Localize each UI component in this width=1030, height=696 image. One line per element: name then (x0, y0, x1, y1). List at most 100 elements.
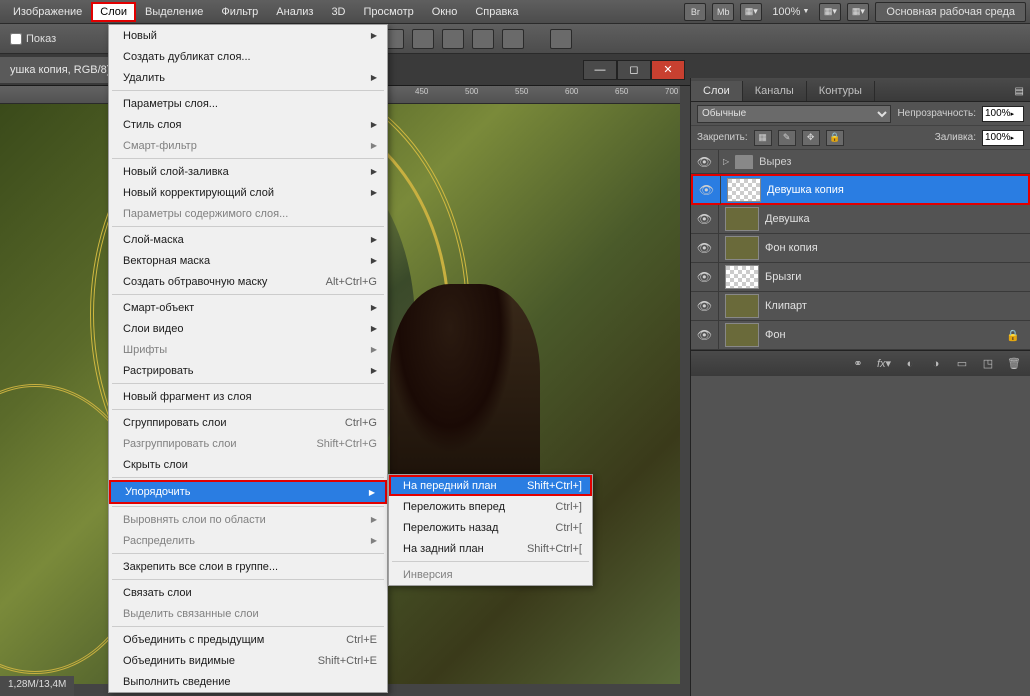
lock-transparent-icon[interactable]: ▦ (754, 130, 772, 146)
eye-icon[interactable]: 👁 (691, 150, 719, 174)
menu-item[interactable]: Параметры слоя... (109, 93, 387, 114)
zoom-display[interactable]: 100% ▼ (768, 6, 813, 18)
eye-icon[interactable]: 👁 (691, 205, 719, 233)
window-maximize[interactable]: ◻ (617, 60, 651, 80)
window-close[interactable]: ✕ (651, 60, 685, 80)
menu-item[interactable]: Упорядочить▶ (109, 480, 387, 504)
layer-name[interactable]: Фон копия (765, 242, 1030, 254)
workspace-switcher[interactable]: Основная рабочая среда (875, 2, 1026, 22)
menu-help[interactable]: Справка (466, 2, 527, 22)
eye-icon[interactable]: 👁 (691, 234, 719, 262)
menu-item[interactable]: Закрепить все слои в группе... (109, 556, 387, 577)
menu-item[interactable]: Векторная маска▶ (109, 250, 387, 271)
layer-thumb[interactable] (725, 265, 759, 289)
menu-item: Параметры содержимого слоя... (109, 203, 387, 224)
optbar-btn-5[interactable] (472, 29, 494, 49)
lock-all-icon[interactable]: 🔒 (826, 130, 844, 146)
menu-item[interactable]: На передний планShift+Ctrl+] (389, 475, 592, 496)
new-layer-icon[interactable]: ◳ (978, 355, 998, 373)
optbar-btn-3[interactable] (412, 29, 434, 49)
menu-item[interactable]: Удалить▶ (109, 67, 387, 88)
optbar-btn-4[interactable] (442, 29, 464, 49)
menu-item[interactable]: Создать дубликат слоя... (109, 46, 387, 67)
menu-window[interactable]: Окно (423, 2, 467, 22)
menu-item[interactable]: Новый корректирующий слой▶ (109, 182, 387, 203)
menu-analysis[interactable]: Анализ (267, 2, 322, 22)
layer-group[interactable]: 👁 ▷ Вырез (691, 150, 1030, 174)
menu-filter[interactable]: Фильтр (212, 2, 267, 22)
layer-name[interactable]: Клипарт (765, 300, 1030, 312)
menu-item[interactable]: Новый слой-заливка▶ (109, 161, 387, 182)
layer-name[interactable]: Фон (765, 329, 1006, 341)
extras2-icon[interactable]: ▦▾ (847, 3, 869, 21)
eye-icon[interactable]: 👁 (691, 292, 719, 320)
menu-item[interactable]: Создать обтравочную маскуAlt+Ctrl+G (109, 271, 387, 292)
lock-paint-icon[interactable]: ✎ (778, 130, 796, 146)
eye-icon[interactable]: 👁 (691, 321, 719, 349)
fill-value[interactable]: 100%▸ (982, 130, 1024, 146)
layer-thumb[interactable] (727, 178, 761, 202)
eye-icon[interactable]: 👁 (691, 263, 719, 291)
layer-thumb[interactable] (725, 294, 759, 318)
menu-item[interactable]: Объединить с предыдущимCtrl+E (109, 629, 387, 650)
menu-item[interactable]: Растрировать▶ (109, 360, 387, 381)
layer-thumb[interactable] (725, 207, 759, 231)
menu-item[interactable]: Объединить видимыеShift+Ctrl+E (109, 650, 387, 671)
layer-name[interactable]: Девушка (765, 213, 1030, 225)
menu-layers[interactable]: Слои (91, 2, 136, 22)
layer-thumb[interactable] (725, 323, 759, 347)
layer-row[interactable]: 👁 Девушка (691, 205, 1030, 234)
delete-layer-icon[interactable]: 🗑 (1004, 355, 1024, 373)
tab-layers[interactable]: Слои (691, 81, 743, 101)
menu-item[interactable]: Слой-маска▶ (109, 229, 387, 250)
adjust-layer-icon[interactable]: ◑ (926, 355, 946, 373)
menu-3d[interactable]: 3D (322, 2, 354, 22)
menu-select[interactable]: Выделение (136, 2, 212, 22)
layer-mask-icon[interactable]: ◐ (900, 355, 920, 373)
minibridge-icon[interactable]: Mb (712, 3, 734, 21)
menu-item[interactable]: Скрыть слои (109, 454, 387, 475)
new-group-icon[interactable]: ▭ (952, 355, 972, 373)
menu-item[interactable]: Сгруппировать слоиCtrl+G (109, 412, 387, 433)
menu-item[interactable]: Стиль слоя▶ (109, 114, 387, 135)
tab-paths[interactable]: Контуры (807, 81, 875, 101)
eye-icon[interactable]: 👁 (693, 176, 721, 204)
menu-item[interactable]: Переложить назадCtrl+[ (389, 517, 592, 538)
panel-menu-icon[interactable]: ▤ (1009, 82, 1030, 101)
link-layers-icon[interactable]: ⚭ (848, 355, 868, 373)
menubar: Изображение Слои Выделение Фильтр Анализ… (0, 0, 1030, 24)
blend-mode-select[interactable]: Обычные (697, 105, 891, 123)
lock-move-icon[interactable]: ✥ (802, 130, 820, 146)
layer-name[interactable]: Брызги (765, 271, 1030, 283)
layer-row[interactable]: 👁 Брызги (691, 263, 1030, 292)
menu-item[interactable]: Смарт-объект▶ (109, 297, 387, 318)
chevron-right-icon[interactable]: ▷ (723, 157, 729, 166)
optbar-btn-6[interactable] (502, 29, 524, 49)
opacity-value[interactable]: 100%▸ (982, 106, 1024, 122)
menu-item[interactable]: На задний планShift+Ctrl+[ (389, 538, 592, 559)
layer-row[interactable]: 👁 Девушка копия (691, 174, 1030, 205)
menu-item[interactable]: Связать слои (109, 582, 387, 603)
panel-footer: ⚭ fx▾ ◐ ◑ ▭ ◳ 🗑 (691, 350, 1030, 376)
bridge-icon[interactable]: Br (684, 3, 706, 21)
layer-name[interactable]: Девушка копия (767, 184, 1028, 196)
menu-item[interactable]: Переложить впередCtrl+] (389, 496, 592, 517)
menu-item[interactable]: Новый фрагмент из слоя (109, 386, 387, 407)
tab-channels[interactable]: Каналы (743, 81, 807, 101)
menu-item[interactable]: Новый▶ (109, 25, 387, 46)
extras1-icon[interactable]: ▦▾ (819, 3, 841, 21)
show-checkbox[interactable]: Показ (10, 33, 56, 45)
layer-row[interactable]: 👁 Клипарт (691, 292, 1030, 321)
arrange-docs-icon[interactable]: ▦▾ (740, 3, 762, 21)
menu-image[interactable]: Изображение (4, 2, 91, 22)
menu-view[interactable]: Просмотр (355, 2, 423, 22)
layer-row[interactable]: 👁 Фон🔒 (691, 321, 1030, 350)
window-minimize[interactable]: — (583, 60, 617, 80)
menu-item[interactable]: Выполнить сведение (109, 671, 387, 692)
lock-icon: 🔒 (1006, 329, 1020, 342)
layer-thumb[interactable] (725, 236, 759, 260)
layer-fx-icon[interactable]: fx▾ (874, 355, 894, 373)
menu-item[interactable]: Слои видео▶ (109, 318, 387, 339)
optbar-btn-7[interactable] (550, 29, 572, 49)
layer-row[interactable]: 👁 Фон копия (691, 234, 1030, 263)
